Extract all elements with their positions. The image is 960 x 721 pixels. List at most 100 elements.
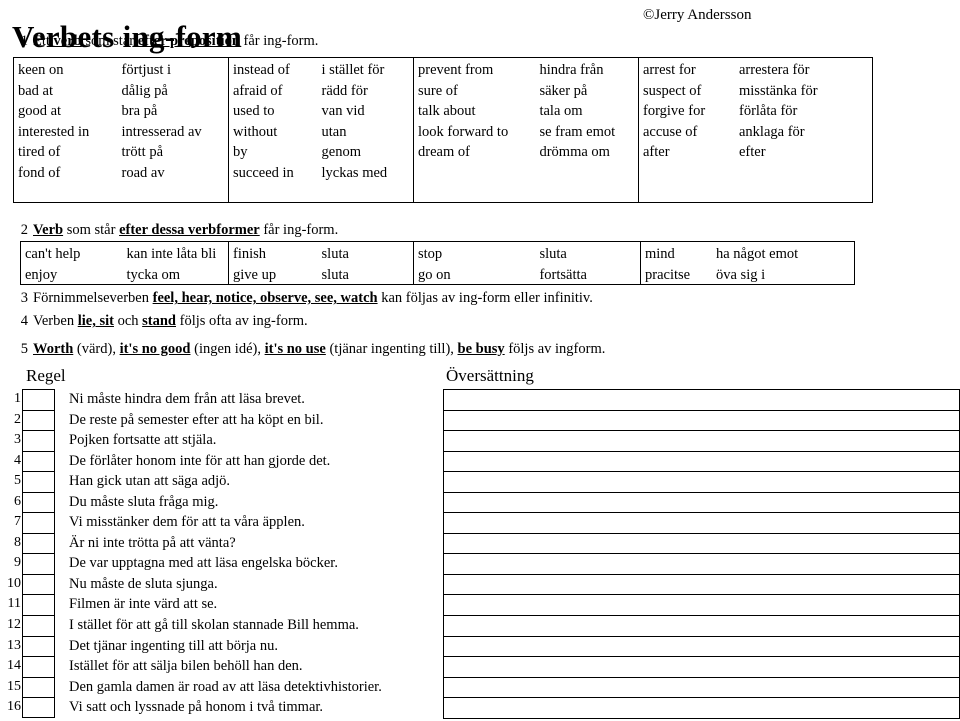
oversattning-answer-box[interactable]	[444, 390, 959, 411]
swedish-term: hindra från	[539, 62, 604, 78]
english-column: keen on bad at good at interested in tired o…	[14, 60, 112, 202]
oversattning-answer-box[interactable]	[444, 575, 959, 596]
oversattning-answer-box[interactable]	[444, 657, 959, 678]
regel-answer-box[interactable]	[22, 409, 55, 431]
rule-3: 3 Förnimmelseverben feel, hear, notice, o…	[12, 290, 593, 307]
exercise-row-number: 14	[7, 658, 21, 674]
regel-answer-box[interactable]	[22, 656, 55, 677]
oversattning-answer-box[interactable]	[444, 452, 959, 473]
exercise-sentence: I stället för att gå till skolan stannad…	[69, 617, 359, 634]
english-term: can't help	[25, 246, 81, 262]
rule-text: kan följas av ing-form eller infinitiv.	[377, 290, 593, 306]
english-term: without	[233, 123, 278, 140]
exercise-row: 9 De var upptagna med att läsa engelska b…	[0, 553, 420, 574]
regel-answer-box[interactable]	[22, 553, 55, 574]
oversattning-answer-box[interactable]	[444, 534, 959, 555]
oversattning-answer-box[interactable]	[444, 513, 959, 534]
rule-number: 1	[20, 33, 28, 49]
oversattning-answer-box[interactable]	[444, 616, 959, 637]
rule-text: (ingen idé),	[190, 341, 265, 357]
oversattning-answer-box[interactable]	[444, 493, 959, 514]
exercise-sentence: Vi misstänker dem för att ta våra äpplen…	[69, 514, 305, 531]
english-term: after	[643, 144, 670, 161]
rule-emphasis: it's no use	[264, 341, 326, 357]
english-term: give up	[233, 266, 277, 283]
oversattning-answer-box[interactable]	[444, 595, 959, 617]
oversattning-answer-box[interactable]	[444, 637, 959, 658]
oversattning-answer-box[interactable]	[444, 431, 959, 452]
rule-1: 1 Ett verb som står efter preposition får…	[12, 33, 319, 50]
swedish-column: sluta fortsätta	[531, 244, 640, 284]
exercise-row-number: 2	[14, 411, 21, 427]
regel-answer-box[interactable]	[22, 676, 55, 698]
english-term: good at	[18, 103, 62, 120]
word-pair-group: mind pracitse ha något emot öva sig i	[641, 242, 856, 284]
regel-answer-box[interactable]	[22, 430, 55, 451]
oversattning-answer-box[interactable]	[444, 698, 959, 719]
english-term: tired of	[18, 144, 61, 161]
exercise-sentence: Filmen är inte värd att se.	[69, 596, 218, 613]
regel-answer-box[interactable]	[22, 512, 55, 533]
swedish-term	[539, 163, 638, 184]
word-pair-group: can't help enjoy kan inte låta bli tycka om	[21, 242, 229, 284]
swedish-term: tala om	[539, 103, 583, 120]
rule-number: 3	[20, 290, 28, 306]
exercise-row-number: 10	[7, 575, 21, 591]
rule-emphasis: feel, hear, notice, observe, see, watch	[152, 290, 378, 306]
exercise-sentence: De var upptagna med att läsa engelska bö…	[69, 555, 338, 572]
swedish-term: road av	[121, 164, 165, 181]
regel-answer-box[interactable]	[22, 594, 55, 616]
regel-answer-box[interactable]	[22, 450, 55, 472]
rule-emphasis: verb	[53, 33, 82, 49]
english-term: succeed in	[233, 164, 294, 181]
oversattning-answer-box[interactable]	[444, 678, 959, 699]
swedish-term: sluta	[539, 246, 567, 262]
regel-answer-box[interactable]	[22, 697, 55, 718]
regel-answer-box[interactable]	[22, 615, 55, 636]
oversattning-column-header: Översättning	[446, 366, 534, 385]
oversattning-answer-box[interactable]	[444, 411, 959, 432]
exercise-row-number: 15	[7, 678, 21, 694]
rule-text: följs ofta av ing-form.	[176, 313, 308, 329]
swedish-term: trött på	[121, 144, 164, 161]
exercise-row: 4 De förlåter honom inte för att han gjor…	[0, 450, 420, 472]
swedish-term: misstänka för	[739, 82, 818, 99]
swedish-term: intresserad av	[121, 123, 202, 140]
regel-answer-box[interactable]	[22, 471, 55, 492]
rule-emphasis: lie, sit	[77, 313, 114, 329]
exercise-sentence: Du måste sluta fråga mig.	[69, 493, 219, 510]
rule-text: (värd),	[73, 341, 120, 357]
regel-answer-box[interactable]	[22, 491, 55, 513]
exercise-row-number: 3	[14, 432, 21, 448]
swedish-term: lyckas med	[321, 164, 388, 181]
english-term: instead of	[233, 62, 290, 78]
regel-answer-box[interactable]	[22, 573, 55, 595]
rule-text: som står	[81, 33, 138, 49]
worksheet-page: Verbets ing-form ©Jerry Andersson 1 Ett v…	[0, 0, 960, 721]
english-term: forgive for	[643, 103, 706, 120]
english-term: used to	[233, 103, 275, 120]
regel-answer-box[interactable]	[22, 389, 55, 410]
rule-text: som står	[63, 222, 120, 238]
english-term: bad at	[18, 82, 54, 99]
exercise-sentence: Han gick utan att säga adjö.	[69, 473, 231, 490]
oversattning-answer-box[interactable]	[444, 472, 959, 493]
rule-text: Ett	[33, 33, 54, 49]
word-pair-group: prevent from sure of talk about look forwar…	[414, 58, 639, 202]
regel-answer-box[interactable]	[22, 635, 55, 657]
swedish-term: förlåta för	[739, 103, 798, 120]
swedish-term: öva sig i	[716, 266, 766, 283]
exercise-row-number: 12	[7, 617, 21, 633]
swedish-term: rädd för	[321, 82, 368, 99]
exercise-row-number: 8	[14, 534, 21, 550]
swedish-column: kan inte låta bli tycka om	[121, 244, 228, 284]
oversattning-answer-box[interactable]	[444, 554, 959, 575]
exercise-row-number: 1	[14, 391, 21, 406]
english-term: go on	[418, 266, 451, 283]
exercise-row: 1 Ni måste hindra dem från att läsa breve…	[0, 389, 420, 410]
regel-answer-box[interactable]	[22, 532, 55, 554]
english-column: arrest for suspect of forgive for accuse of…	[639, 60, 729, 202]
swedish-term: bra på	[121, 103, 158, 120]
rule-5: 5 Worth (värd), it's no good (ingen idé),…	[12, 341, 606, 358]
english-term: talk about	[418, 103, 476, 120]
